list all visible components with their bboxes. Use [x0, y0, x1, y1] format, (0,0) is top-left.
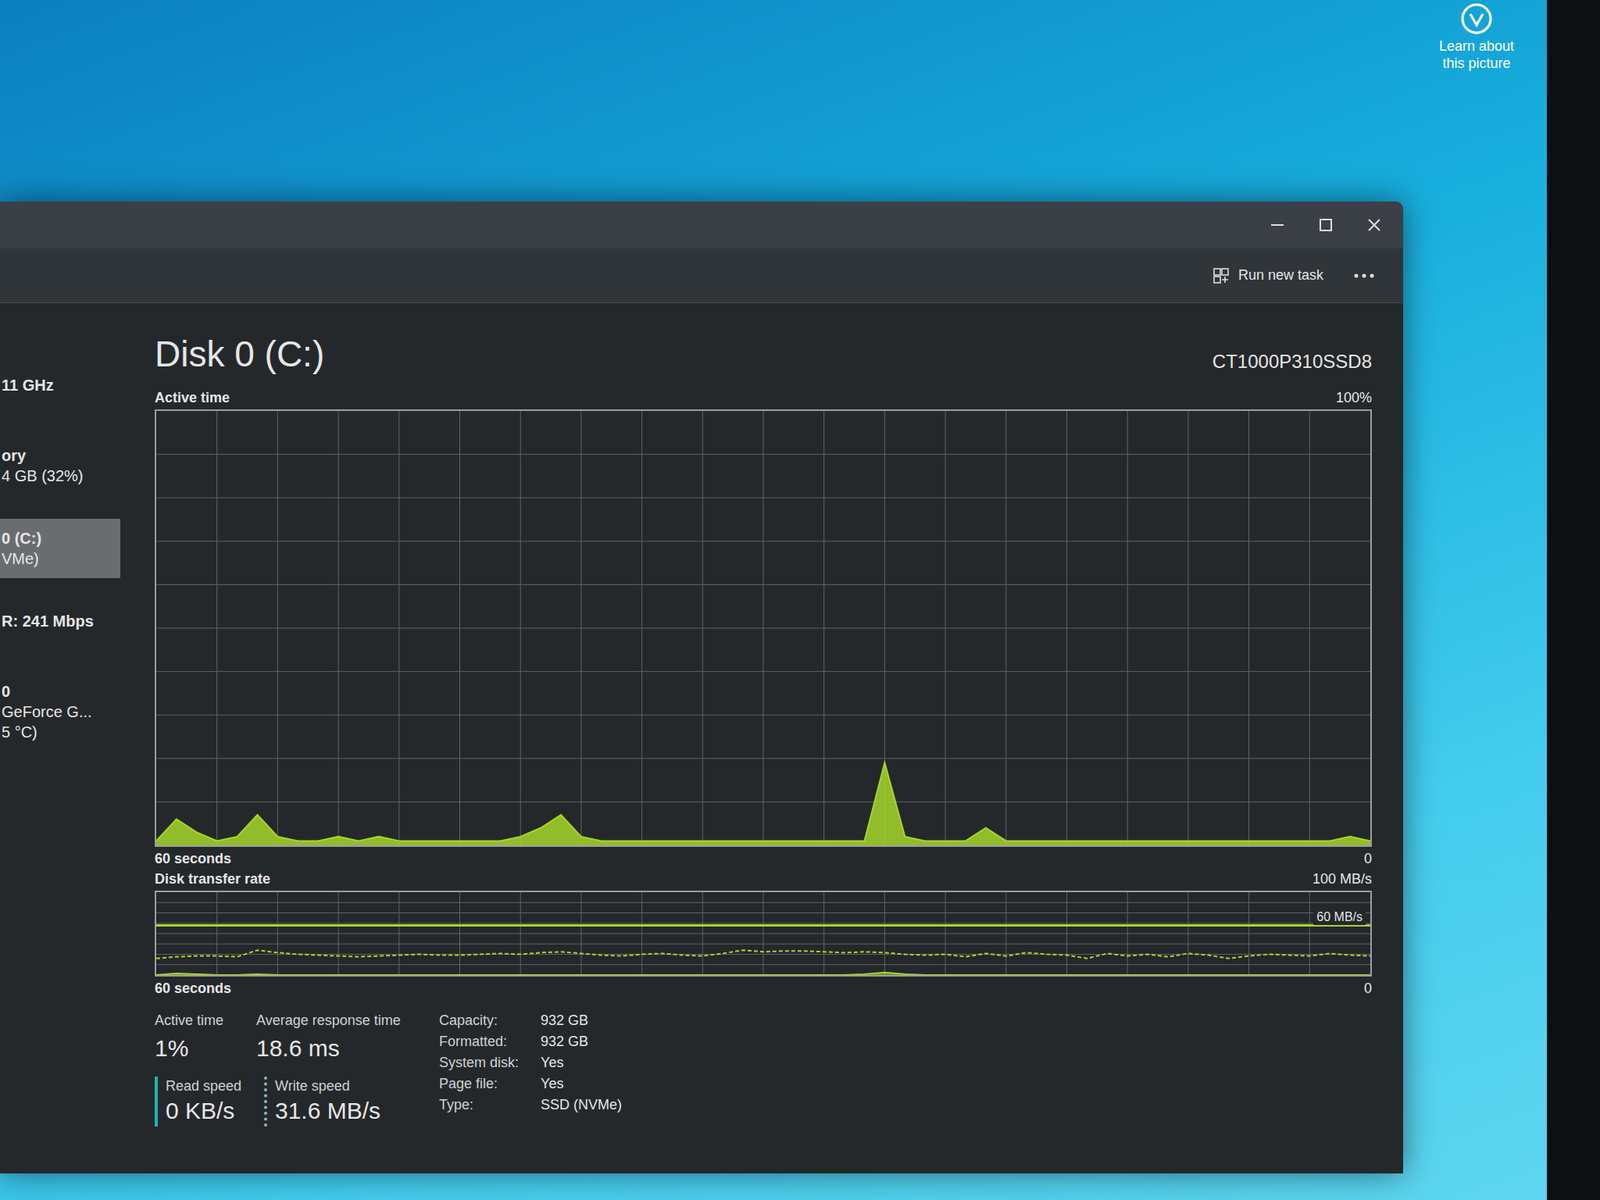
transfer-header: Disk transfer rate 100 MB/s [154, 870, 1372, 888]
sidebar-item-text: 4 GB (32%) [1, 465, 121, 486]
run-new-task-label: Run new task [1238, 264, 1324, 286]
speed-label: Write speed [275, 1076, 421, 1096]
transfer-chart-frame: 60 MB/s [154, 890, 1372, 977]
disk-model: CT1000P310SSD8 [1212, 350, 1372, 375]
transfer-span: 60 seconds [154, 979, 232, 997]
sidebar-item[interactable]: R: 241 Mbps [0, 601, 121, 649]
active-time-min: 0 [1364, 850, 1372, 868]
active-time-header: Active time 100% [154, 379, 1372, 407]
sidebar-item-text: VMe) [1, 548, 121, 569]
active-time-label: Active time [154, 389, 230, 407]
stat-label: Active time [154, 1010, 233, 1030]
sidebar-item[interactable]: 11 GHz [0, 365, 121, 413]
stat-value: 18.6 ms [256, 1032, 421, 1065]
sidebar: 11 GHz ory4 GB (32%) 0 (C:)VMe) R: 241 Mbps… [0, 303, 121, 1174]
task-manager-window: Run new task 11 GHz ory4 GB (32%) 0 (C:)VMe… [0, 201, 1404, 1174]
run-task-icon [1211, 266, 1231, 286]
speed-stat: Write speed31.6 MB/s [264, 1076, 421, 1127]
stats-row: Active time1% Average response time18.6 m… [154, 1010, 421, 1065]
more-icon[interactable] [1353, 271, 1375, 280]
transfer-axis: 60 seconds 0 [154, 979, 1372, 997]
detail-value: Yes [540, 1053, 622, 1073]
transfer-marker-label: 60 MB/s [1313, 909, 1366, 925]
speed-value: 0 KB/s [165, 1095, 249, 1127]
close-icon[interactable] [1365, 216, 1383, 234]
speeds-row: Read speed0 KB/s Write speed31.6 MB/s [154, 1076, 421, 1127]
detail-key: Type: [439, 1095, 519, 1115]
transfer-label: Disk transfer rate [154, 870, 271, 888]
active-time-chart [156, 410, 1371, 846]
sidebar-item-text: 11 GHz [1, 375, 121, 396]
speed-stat: Read speed0 KB/s [154, 1076, 249, 1127]
sidebar-item-text: GeForce G... [1, 701, 121, 722]
stat: Average response time18.6 ms [256, 1010, 421, 1065]
sidebar-item-text: 0 (C:) [1, 528, 121, 549]
detail-key: Formatted: [439, 1032, 519, 1052]
disk-header: Disk 0 (C:) CT1000P310SSD8 [154, 332, 1372, 375]
disk-title: Disk 0 (C:) [154, 332, 325, 375]
active-time-axis: 60 seconds 0 [154, 850, 1372, 868]
desktop: Learn aboutthis picture Run new task 11 GH… [0, 0, 1600, 1200]
detail-key: Capacity: [439, 1010, 519, 1031]
learn-about-picture[interactable]: Learn aboutthis picture [1439, 0, 1515, 72]
active-time-span: 60 seconds [154, 850, 232, 868]
sidebar-item[interactable]: 0GeForce G...5 °C) [0, 671, 121, 752]
active-time-chart-frame [154, 409, 1372, 847]
speed-label: Read speed [165, 1076, 249, 1096]
learn-about-text: this picture [1442, 54, 1511, 72]
transfer-max: 100 MB/s [1312, 870, 1372, 888]
detail-value: 932 GB [540, 1010, 622, 1031]
detail-value: 932 GB [540, 1032, 622, 1052]
transfer-rate-chart [156, 892, 1371, 975]
sidebar-item-text: 0 [1, 681, 121, 702]
stat-value: 1% [154, 1032, 233, 1065]
sidebar-item-text: 5 °C) [1, 721, 121, 743]
stats-area: Active time1% Average response time18.6 m… [154, 1010, 1372, 1127]
detail-key: Page file: [439, 1074, 519, 1094]
window-body: 11 GHz ory4 GB (32%) 0 (C:)VMe) R: 241 Mbps… [0, 303, 1404, 1174]
title-bar [0, 201, 1404, 249]
learn-about-text: Learn about [1439, 37, 1515, 55]
toolbar: Run new task [0, 248, 1404, 304]
monitor-bezel [1546, 0, 1600, 1200]
run-new-task-button[interactable]: Run new task [1205, 261, 1330, 290]
maximize-icon[interactable] [1317, 216, 1335, 234]
active-time-max: 100% [1335, 379, 1372, 407]
sidebar-item-text: ory [1, 445, 121, 466]
sidebar-item[interactable]: ory4 GB (32%) [0, 435, 121, 496]
stats-columns: Active time1% Average response time18.6 m… [154, 1010, 421, 1127]
details: Capacity: 932 GB Formatted: 932 GB System di… [439, 1010, 622, 1127]
camera-icon [1457, 0, 1496, 38]
minimize-icon[interactable] [1268, 216, 1286, 234]
speed-value: 31.6 MB/s [275, 1095, 421, 1127]
disk-panel: Disk 0 (C:) CT1000P310SSD8 Active time 100%… [120, 303, 1404, 1174]
sidebar-item-text: R: 241 Mbps [1, 610, 121, 632]
detail-value: Yes [540, 1074, 622, 1094]
stat-label: Average response time [256, 1010, 421, 1030]
detail-key: System disk: [439, 1053, 519, 1073]
detail-value: SSD (NVMe) [540, 1095, 622, 1115]
sidebar-item[interactable]: 0 (C:)VMe) [0, 518, 121, 579]
transfer-min: 0 [1364, 979, 1372, 997]
stat: Active time1% [154, 1010, 233, 1065]
